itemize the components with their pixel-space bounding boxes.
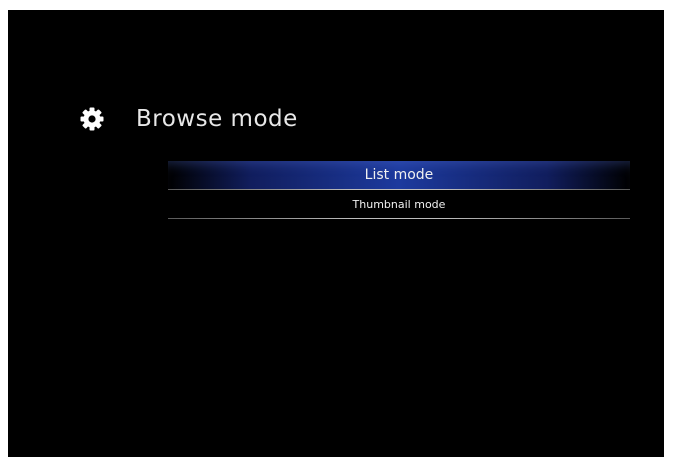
gear-icon xyxy=(80,107,104,131)
browse-mode-screen: Browse mode List mode Thumbnail mode xyxy=(8,10,664,457)
menu-item-thumbnail-mode[interactable]: Thumbnail mode xyxy=(168,190,630,218)
screen-header: Browse mode xyxy=(80,102,298,136)
menu-item-list-mode[interactable]: List mode xyxy=(168,161,630,189)
browse-mode-menu: List mode Thumbnail mode xyxy=(168,161,630,219)
page-title: Browse mode xyxy=(136,106,298,132)
menu-divider xyxy=(168,218,630,219)
